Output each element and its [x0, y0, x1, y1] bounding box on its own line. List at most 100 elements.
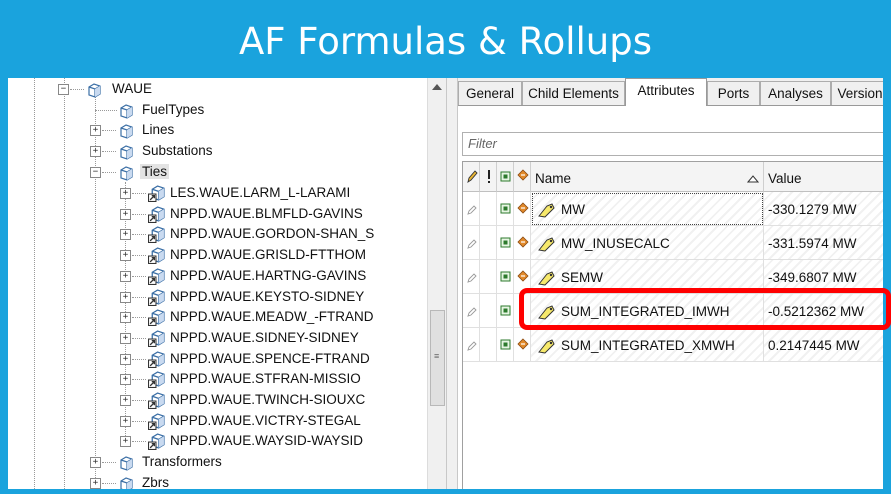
expand-icon[interactable]: + — [120, 250, 131, 262]
attribute-value-cell[interactable]: -331.5974 MW — [764, 226, 883, 260]
expand-icon[interactable]: + — [120, 436, 131, 448]
tree-item-fueltypes[interactable]: FuelTypes — [88, 101, 288, 121]
tab-child-elements[interactable]: Child Elements — [522, 81, 625, 105]
tree-item-label: NPPD.WAUE.BLMFLD-GAVINS — [170, 205, 363, 221]
attribute-name-cell[interactable]: MW — [531, 192, 764, 226]
expand-icon[interactable]: + — [90, 478, 101, 489]
tree-item-tie[interactable]: + NPPD.WAUE.SIDNEY-SIDNEY — [118, 329, 418, 349]
attribute-name-cell[interactable]: SUM_INTEGRATED_XMWH — [531, 328, 764, 362]
tree-item-zbrs[interactable]: + Zbrs — [88, 474, 288, 489]
tree-item-transformers[interactable]: + Transformers — [88, 453, 288, 473]
pane-splitter[interactable] — [446, 78, 458, 489]
config-icon — [517, 270, 529, 282]
row-static-cell[interactable] — [497, 328, 514, 362]
tree-item-tie[interactable]: + NPPD.WAUE.TWINCH-SIOUXC — [118, 391, 418, 411]
row-edit-cell[interactable] — [463, 328, 480, 362]
expand-icon[interactable]: + — [120, 374, 131, 386]
attribute-value-cell[interactable]: -0.5212362 MW — [764, 294, 883, 328]
attribute-value-cell[interactable]: 0.2147445 MW — [764, 328, 883, 362]
expand-icon[interactable]: + — [120, 188, 131, 199]
header-edit[interactable] — [463, 162, 480, 192]
tree-connector — [132, 441, 146, 443]
collapse-icon[interactable]: − — [90, 167, 101, 178]
attribute-tag-icon — [537, 270, 557, 286]
expand-icon[interactable]: + — [120, 312, 131, 324]
header-static[interactable] — [497, 162, 514, 192]
tree-item-tie[interactable]: + LES.WAUE.LARM_L-LARAMI — [118, 184, 418, 204]
tree-item-substations[interactable]: + Substations — [88, 142, 288, 162]
attribute-value-cell[interactable]: -330.1279 MW — [764, 192, 883, 226]
header-name-label: Name — [535, 171, 572, 186]
static-icon — [500, 305, 511, 316]
row-excluded-cell[interactable] — [480, 192, 497, 226]
expand-icon[interactable]: + — [120, 270, 131, 282]
header-config[interactable] — [514, 162, 531, 192]
expand-icon[interactable]: + — [120, 291, 131, 303]
row-edit-cell[interactable] — [463, 192, 480, 226]
collapse-icon[interactable]: − — [58, 84, 69, 95]
attribute-value-cell[interactable]: -349.6807 MW — [764, 260, 883, 294]
tree-item-ties[interactable]: − Ties — [88, 163, 288, 183]
row-config-cell[interactable] — [514, 226, 531, 260]
tree-scrollbar[interactable]: ≡ — [427, 78, 447, 489]
row-config-cell[interactable] — [514, 260, 531, 294]
tree-item-label: Zbrs — [142, 475, 169, 489]
row-config-cell[interactable] — [514, 192, 531, 226]
tree-item-waue[interactable]: − WAUE — [58, 80, 258, 100]
filter-input[interactable]: Filter — [462, 132, 883, 156]
tree-item-tie[interactable]: + NPPD.WAUE.KEYSTO-SIDNEY — [118, 288, 418, 308]
tree-item-tie[interactable]: + NPPD.WAUE.GORDON-SHAN_S — [118, 225, 418, 245]
row-static-cell[interactable] — [497, 192, 514, 226]
expand-icon[interactable]: + — [90, 125, 101, 136]
scroll-thumb[interactable]: ≡ — [430, 310, 445, 406]
tab-analyses[interactable]: Analyses — [760, 81, 831, 105]
tree-connector — [132, 420, 146, 422]
header-name[interactable]: Name — [531, 162, 764, 192]
tree-item-tie[interactable]: + NPPD.WAUE.STFRAN-MISSIO — [118, 370, 418, 390]
tab-version[interactable]: Version — [831, 81, 883, 105]
tab-attributes[interactable]: Attributes — [625, 78, 707, 106]
attribute-name-cell[interactable]: SEMW — [531, 260, 764, 294]
expand-icon[interactable]: + — [120, 395, 131, 406]
scroll-up-icon[interactable] — [432, 84, 442, 90]
row-excluded-cell[interactable] — [480, 260, 497, 294]
header-value[interactable]: Value — [764, 162, 883, 192]
row-edit-cell[interactable] — [463, 260, 480, 294]
expand-icon[interactable]: + — [90, 146, 101, 157]
tree-item-tie[interactable]: + NPPD.WAUE.HARTNG-GAVINS — [118, 267, 418, 287]
row-config-cell[interactable] — [514, 294, 531, 328]
row-static-cell[interactable] — [497, 294, 514, 328]
row-static-cell[interactable] — [497, 226, 514, 260]
row-excluded-cell[interactable] — [480, 328, 497, 362]
attribute-name-cell[interactable]: MW_INUSECALC — [531, 226, 764, 260]
row-excluded-cell[interactable] — [480, 294, 497, 328]
expand-icon[interactable]: + — [90, 457, 101, 468]
expand-icon[interactable]: + — [120, 332, 131, 344]
element-tree[interactable]: − WAUE FuelTypes + Lines + Substations − Ties +… — [8, 78, 446, 489]
row-static-cell[interactable] — [497, 260, 514, 294]
attributes-grid: Name Value MW -330.1279 MW MW_INUSECALC -33… — [462, 161, 883, 489]
attribute-tag-icon — [537, 304, 557, 320]
tab-general[interactable]: General — [458, 81, 522, 105]
tree-item-tie[interactable]: + NPPD.WAUE.MEADW_-FTRAND — [118, 308, 418, 328]
tab-ports[interactable]: Ports — [707, 81, 760, 105]
row-config-cell[interactable] — [514, 328, 531, 362]
element-reference-icon — [148, 247, 165, 264]
row-edit-cell[interactable] — [463, 294, 480, 328]
tree-item-tie[interactable]: + NPPD.WAUE.BLMFLD-GAVINS — [118, 205, 418, 225]
row-edit-cell[interactable] — [463, 226, 480, 260]
header-excluded[interactable] — [480, 162, 497, 192]
tree-item-tie[interactable]: + NPPD.WAUE.GRISLD-FTTHOM — [118, 246, 418, 266]
tree-item-lines[interactable]: + Lines — [88, 121, 288, 141]
expand-icon[interactable]: + — [120, 415, 131, 427]
tree-item-tie[interactable]: + NPPD.WAUE.WAYSID-WAYSID — [118, 432, 418, 452]
expand-icon[interactable]: + — [120, 353, 131, 365]
expand-icon[interactable]: + — [120, 229, 131, 241]
tree-item-label: Lines — [142, 122, 175, 137]
tree-item-tie[interactable]: + NPPD.WAUE.VICTRY-STEGAL — [118, 412, 418, 432]
attribute-name-cell[interactable]: SUM_INTEGRATED_IMWH — [531, 294, 764, 328]
row-excluded-cell[interactable] — [480, 226, 497, 260]
tree-item-label: NPPD.WAUE.HARTNG-GAVINS — [170, 267, 367, 283]
expand-icon[interactable]: + — [120, 208, 131, 220]
tree-item-tie[interactable]: + NPPD.WAUE.SPENCE-FTRAND — [118, 350, 418, 370]
